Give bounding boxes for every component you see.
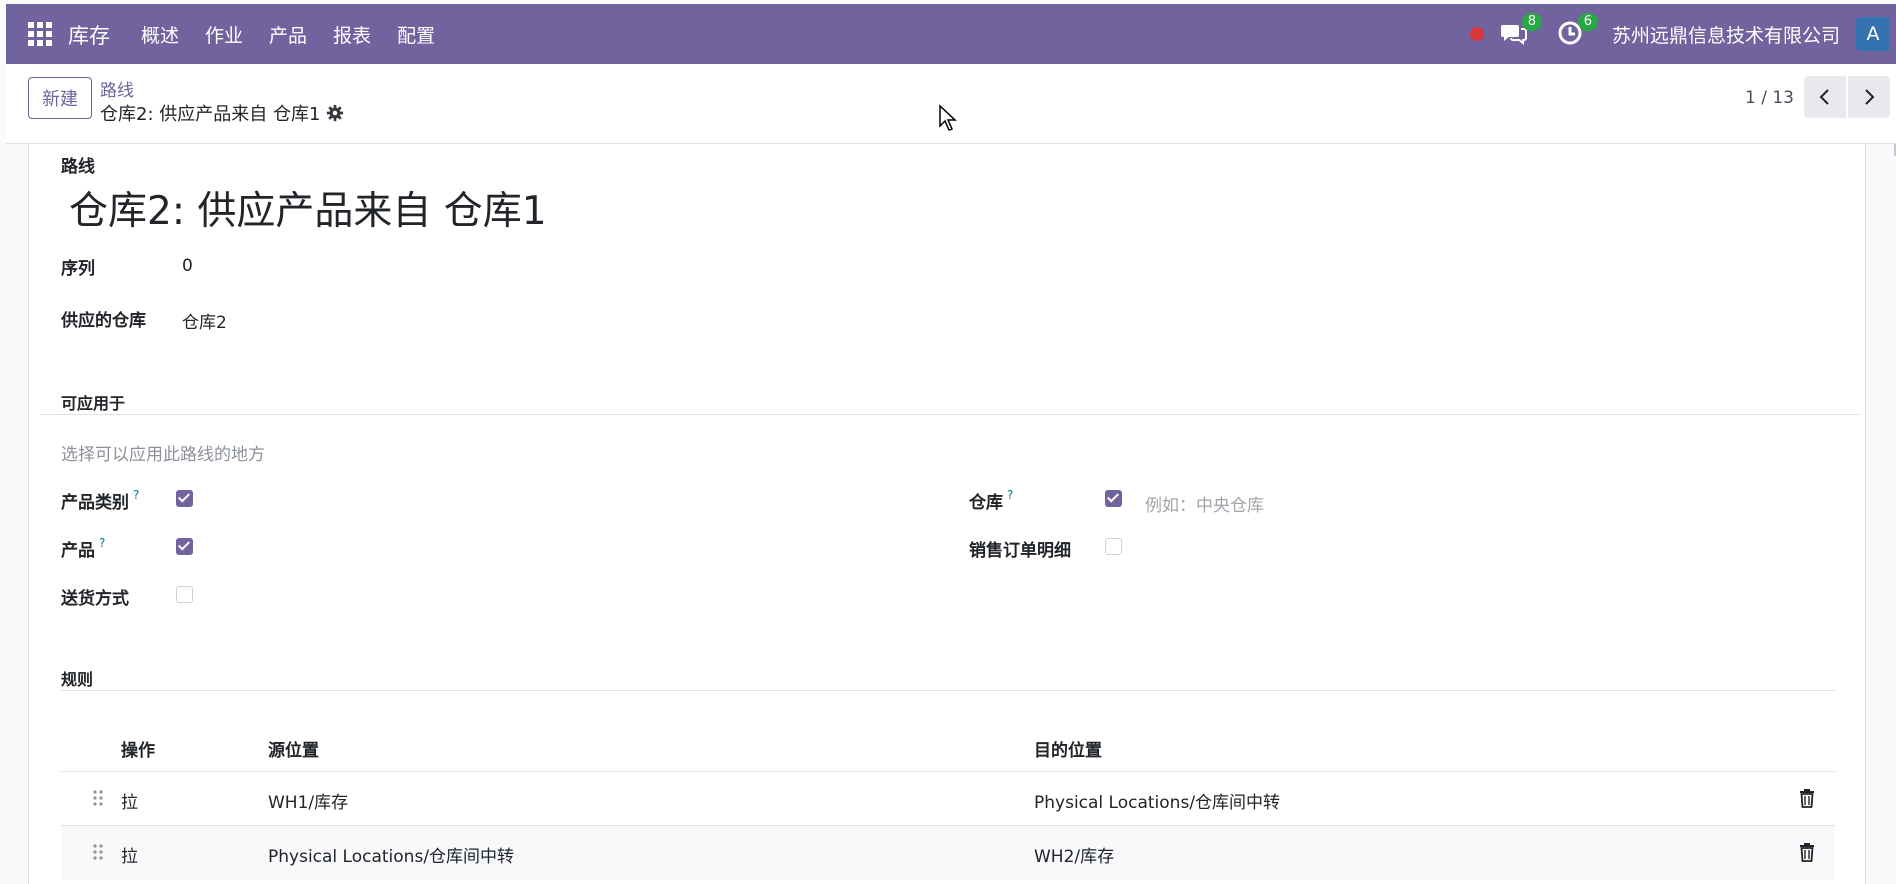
applicable-hint: 选择可以应用此路线的地方 bbox=[61, 445, 265, 465]
chevron-left-icon bbox=[1819, 89, 1829, 105]
help-tooltip-icon[interactable]: ? bbox=[133, 488, 139, 502]
rules-separator bbox=[61, 690, 1835, 691]
rule-destination-cell: Physical Locations/仓库间中转 bbox=[1034, 793, 1281, 813]
recording-dot-icon[interactable] bbox=[1469, 27, 1484, 41]
sequence-label: 序列 bbox=[61, 259, 95, 279]
supplied-warehouse-field[interactable]: 仓库2 bbox=[182, 308, 227, 333]
shipping-method-label: 送货方式 bbox=[61, 589, 129, 609]
help-tooltip-icon[interactable]: ? bbox=[99, 536, 105, 550]
sequence-field[interactable]: 0 bbox=[182, 256, 193, 276]
user-avatar[interactable]: A bbox=[1856, 17, 1890, 51]
company-switcher[interactable]: 苏州远鼎信息技术有限公司 bbox=[1612, 21, 1840, 48]
top-navbar: 库存 概述 作业 产品 报表 配置 8 6 苏州远鼎信息技术有限公司 A bbox=[6, 4, 1896, 64]
trash-icon[interactable] bbox=[1799, 842, 1815, 862]
activities-button[interactable]: 6 bbox=[1556, 13, 1598, 49]
rule-source-cell: Physical Locations/仓库间中转 bbox=[268, 847, 515, 867]
rule-action-cell: 拉 bbox=[121, 847, 138, 867]
drag-handle-icon[interactable] bbox=[93, 844, 103, 860]
menu-item-reporting[interactable]: 报表 bbox=[333, 21, 371, 48]
menu-item-configuration[interactable]: 配置 bbox=[397, 21, 435, 48]
shipping-method-checkbox[interactable] bbox=[176, 586, 193, 603]
menu-item-products[interactable]: 产品 bbox=[269, 21, 307, 48]
breadcrumb-current: 仓库2: 供应产品来自 仓库1 bbox=[100, 100, 344, 126]
main-menu: 概述 作业 产品 报表 配置 bbox=[141, 4, 461, 64]
table-row[interactable]: 拉 WH1/库存 Physical Locations/仓库间中转 bbox=[61, 771, 1835, 826]
pager-counter[interactable]: 1 / 13 bbox=[1745, 88, 1794, 108]
chevron-right-icon bbox=[1865, 89, 1875, 105]
control-panel: 新建 路线 仓库2: 供应产品来自 仓库1 1 / 13 bbox=[6, 64, 1896, 144]
warehouse-select-input[interactable]: 例如：中央仓库 bbox=[1145, 491, 1264, 516]
product-checkbox[interactable] bbox=[176, 538, 193, 555]
menu-item-operations[interactable]: 作业 bbox=[205, 21, 243, 48]
messages-button[interactable]: 8 bbox=[1500, 13, 1542, 49]
warehouse-label: 仓库? bbox=[969, 488, 1013, 513]
rule-destination-cell: WH2/库存 bbox=[1034, 847, 1115, 867]
pager-next-button[interactable] bbox=[1848, 76, 1890, 118]
trash-icon[interactable] bbox=[1799, 788, 1815, 808]
navbar-systray: 8 6 苏州远鼎信息技术有限公司 A bbox=[1469, 4, 1896, 64]
product-category-checkbox[interactable] bbox=[176, 490, 193, 507]
form-sheet: 路线 仓库2: 供应产品来自 仓库1 序列 0 供应的仓库 仓库2 可应用于 选… bbox=[28, 144, 1866, 884]
column-header-source[interactable]: 源位置 bbox=[268, 736, 319, 761]
drag-handle-icon[interactable] bbox=[93, 790, 103, 806]
menu-item-overview[interactable]: 概述 bbox=[141, 21, 179, 48]
gear-icon[interactable] bbox=[326, 104, 344, 122]
product-label: 产品? bbox=[61, 536, 105, 561]
column-header-destination[interactable]: 目的位置 bbox=[1034, 736, 1102, 761]
activities-count-badge: 6 bbox=[1577, 13, 1598, 31]
product-category-label-text: 产品类别 bbox=[61, 493, 129, 513]
column-header-action[interactable]: 操作 bbox=[121, 736, 155, 761]
breadcrumb-parent-routes[interactable]: 路线 bbox=[100, 76, 134, 101]
rule-source-cell: WH1/库存 bbox=[268, 793, 349, 813]
sale-line-label: 销售订单明细 bbox=[969, 541, 1071, 561]
breadcrumb-current-label: 仓库2: 供应产品来自 仓库1 bbox=[100, 104, 321, 125]
messages-count-badge: 8 bbox=[1521, 13, 1542, 31]
supplied-warehouse-label: 供应的仓库 bbox=[61, 311, 146, 331]
table-row[interactable]: 拉 Physical Locations/仓库间中转 WH2/库存 bbox=[61, 825, 1835, 880]
apps-grid-icon[interactable] bbox=[28, 22, 52, 46]
product-label-text: 产品 bbox=[61, 541, 95, 561]
rules-section-title: 规则 bbox=[61, 670, 94, 689]
rule-action-cell: 拉 bbox=[121, 793, 138, 813]
sale-line-checkbox[interactable] bbox=[1105, 538, 1122, 555]
applicable-section-title: 可应用于 bbox=[61, 394, 126, 413]
warehouse-checkbox[interactable] bbox=[1105, 490, 1122, 507]
app-brand[interactable]: 库存 bbox=[68, 20, 110, 50]
pager-previous-button[interactable] bbox=[1804, 76, 1846, 118]
route-name-field[interactable]: 仓库2: 供应产品来自 仓库1 bbox=[69, 180, 547, 236]
warehouse-label-text: 仓库 bbox=[969, 493, 1003, 513]
help-tooltip-icon[interactable]: ? bbox=[1007, 488, 1013, 502]
applicable-separator bbox=[41, 414, 1861, 415]
mouse-cursor-icon bbox=[939, 104, 957, 131]
new-button[interactable]: 新建 bbox=[28, 77, 92, 119]
route-name-label: 路线 bbox=[61, 157, 95, 177]
product-category-label: 产品类别? bbox=[61, 488, 139, 513]
